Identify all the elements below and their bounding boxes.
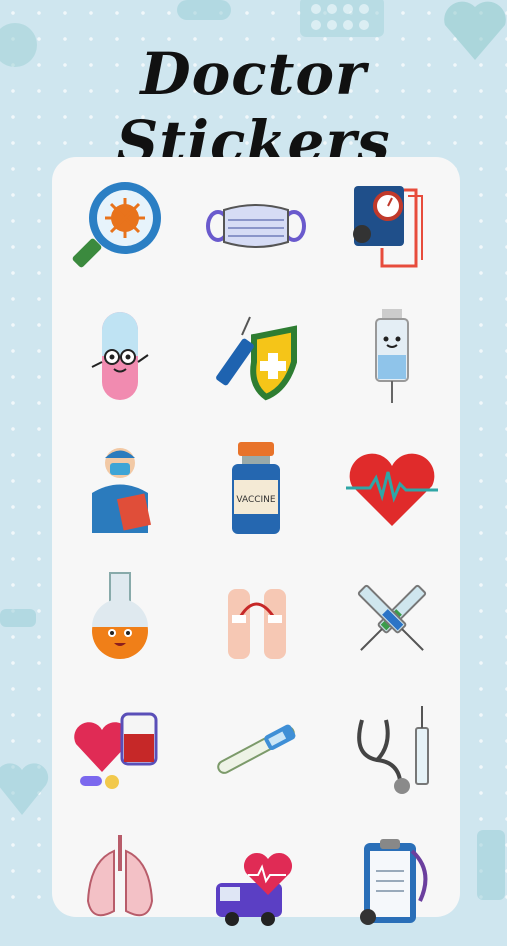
nurse-icon <box>92 447 152 533</box>
sticker-item[interactable] <box>188 160 324 291</box>
heart-blood-bag-pills-icon <box>74 712 158 789</box>
sticker-item[interactable] <box>324 553 460 684</box>
sticker-item[interactable] <box>52 553 188 684</box>
heartbeat-heart-icon <box>346 453 438 526</box>
sticker-grid: VACCINE <box>52 160 460 946</box>
ambulance-heart-icon <box>216 852 293 926</box>
sticker-item[interactable] <box>188 291 324 422</box>
clipboard-stethoscope-icon <box>360 838 428 925</box>
background-pill-icon <box>177 0 231 20</box>
blood-pressure-monitor-icon <box>353 185 423 267</box>
sticker-item[interactable] <box>324 422 460 553</box>
sticker-item[interactable] <box>324 160 460 291</box>
sticker-item[interactable] <box>324 684 460 815</box>
blood-transfusion-arms-icon <box>228 588 286 659</box>
sticker-item[interactable] <box>324 291 460 422</box>
lungs-icon <box>86 834 154 916</box>
background-bottle-icon <box>477 830 505 900</box>
vaccine-syringe-shield-icon <box>216 316 297 400</box>
sticker-item[interactable] <box>52 684 188 815</box>
sticker-item[interactable] <box>188 684 324 815</box>
syringe-character-icon <box>375 308 409 403</box>
background-pill-icon <box>0 609 36 627</box>
stethoscope-syringe-icon <box>357 705 429 794</box>
face-mask-icon <box>206 203 306 248</box>
sticker-item[interactable] <box>52 160 188 291</box>
sticker-item[interactable] <box>188 553 324 684</box>
thermometer-icon <box>217 724 296 774</box>
crossed-syringes-icon <box>357 584 427 651</box>
background-blister-icon <box>300 0 384 37</box>
magnifier-virus-icon <box>72 181 161 267</box>
sticker-item[interactable] <box>188 815 324 946</box>
pill-character-icon <box>91 311 149 400</box>
sticker-item[interactable] <box>52 422 188 553</box>
sticker-item[interactable] <box>52 815 188 946</box>
vaccine-label: VACCINE <box>236 495 276 505</box>
flask-character-icon <box>92 571 148 659</box>
sticker-item[interactable] <box>324 815 460 946</box>
page-title: Doctor Stickers <box>116 40 391 176</box>
sticker-item[interactable]: VACCINE <box>188 422 324 553</box>
sticker-item[interactable] <box>52 291 188 422</box>
background-heart-icon <box>0 763 49 815</box>
vaccine-bottle-icon: VACCINE <box>232 441 280 534</box>
